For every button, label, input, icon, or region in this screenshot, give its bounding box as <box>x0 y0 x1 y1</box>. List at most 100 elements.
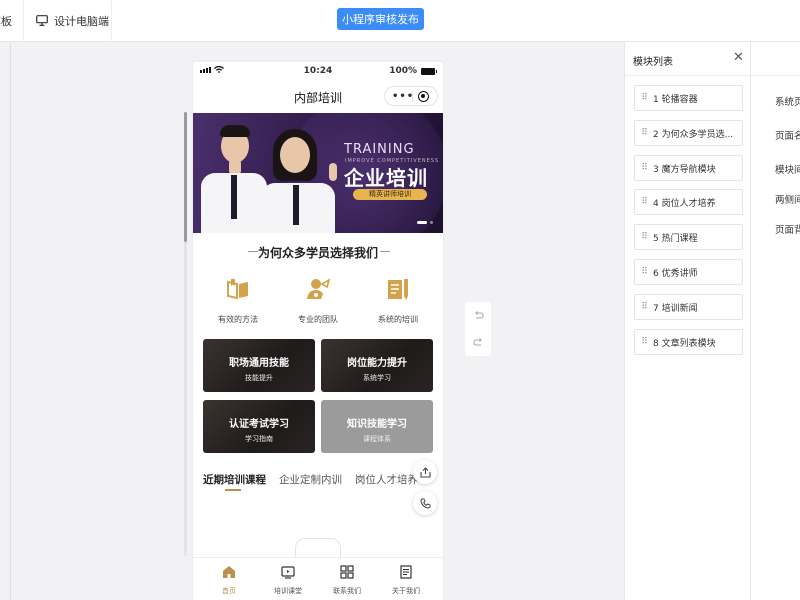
settings-label: 页面名 <box>775 131 800 142</box>
card-certification[interactable]: 认证考试学习 学习指南 <box>203 400 315 453</box>
top-bar: 模板 设计电脑端 小程序审核发布 <box>0 0 800 42</box>
design-pc-tab[interactable]: 设计电脑端 <box>24 0 112 41</box>
publish-button[interactable]: 小程序审核发布 <box>337 8 424 30</box>
tab-active-indicator <box>225 489 241 491</box>
banner-title-en: TRAINING <box>344 142 415 157</box>
bottom-tab-label: 首页 <box>222 587 236 595</box>
canvas-divider <box>10 42 11 600</box>
drag-handle-icon[interactable]: ⠿ <box>635 94 653 103</box>
bottom-tab-about[interactable]: 关于我们 <box>381 564 431 596</box>
page-settings-panel: 系统页 页面名 模块间 两侧间 页面背 <box>750 42 800 600</box>
card-subtitle: 技能提升 <box>245 374 273 382</box>
tab-recent-courses[interactable]: 近期培训课程 <box>203 472 266 487</box>
drag-handle-icon[interactable]: ⠿ <box>635 198 653 207</box>
video-icon <box>281 566 295 579</box>
card-subtitle: 系统学习 <box>363 374 391 382</box>
feature-training[interactable]: 系统的培训 <box>363 276 433 325</box>
section-line-right <box>380 251 390 252</box>
bottom-tab-label: 培训课堂 <box>274 587 302 595</box>
settings-label: 页面背 <box>775 225 800 236</box>
template-tab[interactable]: 模板 <box>0 0 24 41</box>
redo-icon <box>472 338 482 346</box>
tab-talent-development[interactable]: 岗位人才培养 <box>355 472 418 487</box>
card-subtitle: 课程体系 <box>363 435 391 443</box>
module-label: 8 文章列表模块 <box>653 338 716 349</box>
document-icon <box>388 279 408 300</box>
battery-icon <box>421 67 437 75</box>
module-item[interactable]: ⠿ 7 培训新闻 <box>634 294 743 320</box>
module-label: 6 优秀讲师 <box>653 268 698 279</box>
design-pc-label: 设计电脑端 <box>54 14 109 28</box>
battery-percent: 100% <box>389 66 417 76</box>
module-label: 7 培训新闻 <box>653 303 698 314</box>
drag-handle-icon[interactable]: ⠿ <box>635 233 653 242</box>
banner-carousel[interactable]: TRAINING IMPROVE COMPETITIVENESS 企业培训 精英… <box>193 113 443 233</box>
book-icon <box>227 279 248 300</box>
pagination-dot[interactable] <box>430 221 433 224</box>
module-item[interactable]: ⠿ 8 文章列表模块 <box>634 329 743 355</box>
battery-status: 100% <box>389 66 437 76</box>
banner-pill: 精英讲师培训 <box>353 189 427 200</box>
module-item[interactable]: ⠿ 5 热门课程 <box>634 224 743 250</box>
undo-icon <box>474 311 484 319</box>
nav-bar: 内部培训 ••• <box>193 80 443 112</box>
tab-custom-training[interactable]: 企业定制内训 <box>279 472 342 487</box>
feature-team[interactable]: 专业的团队 <box>283 276 353 325</box>
miniprogram-capsule[interactable]: ••• <box>384 86 438 106</box>
card-position-ability[interactable]: 岗位能力提升 系统学习 <box>321 339 433 392</box>
card-subtitle: 学习指南 <box>245 435 273 443</box>
module-item[interactable]: ⠿ 6 优秀讲师 <box>634 259 743 285</box>
panel-divider <box>625 75 751 76</box>
monitor-icon <box>36 15 48 26</box>
module-item[interactable]: ⠿ 2 为何众多学员选... <box>634 120 743 146</box>
drag-handle-icon[interactable]: ⠿ <box>635 164 653 173</box>
redo-button[interactable] <box>465 329 491 356</box>
card-title: 岗位能力提升 <box>347 358 407 369</box>
bottom-tab-label: 关于我们 <box>392 587 420 595</box>
banner-pagination[interactable] <box>417 221 433 224</box>
drag-handle-icon[interactable]: ⠿ <box>635 303 653 312</box>
module-label: 1 轮播容器 <box>653 94 698 105</box>
bottom-tab-classroom[interactable]: 培训课堂 <box>263 564 313 596</box>
card-workplace-skills[interactable]: 职场通用技能 技能提升 <box>203 339 315 392</box>
share-button[interactable] <box>413 460 437 484</box>
settings-divider <box>751 75 800 76</box>
bottom-tab-bar: 首页 培训课堂 联系我们 关于我们 <box>193 557 443 600</box>
module-item[interactable]: ⠿ 4 岗位人才培养 <box>634 189 743 215</box>
history-controls <box>465 302 491 356</box>
settings-label: 两侧间 <box>775 195 800 206</box>
feature-label: 有效的方法 <box>218 315 258 324</box>
feature-label: 专业的团队 <box>298 315 338 324</box>
module-label: 2 为何众多学员选... <box>653 129 734 140</box>
card-title: 职场通用技能 <box>229 358 289 369</box>
bottom-tab-home[interactable]: 首页 <box>204 564 254 596</box>
close-target-icon[interactable] <box>418 91 429 102</box>
more-dots-icon[interactable]: ••• <box>392 91 414 102</box>
feature-method[interactable]: 有效的方法 <box>203 276 273 325</box>
settings-label: 模块间 <box>775 165 800 176</box>
card-title: 知识技能学习 <box>347 419 407 430</box>
module-label: 5 热门课程 <box>653 233 698 244</box>
undo-button[interactable] <box>465 302 491 329</box>
module-item[interactable]: ⠿ 3 魔方导航模块 <box>634 155 743 181</box>
grid-icon <box>340 565 354 579</box>
call-button[interactable] <box>413 491 437 515</box>
team-icon <box>307 278 331 299</box>
phone-icon <box>419 498 430 509</box>
status-bar: 10:24 100% <box>193 62 443 80</box>
module-item[interactable]: ⠿ 1 轮播容器 <box>634 85 743 111</box>
bottom-tab-contact[interactable]: 联系我们 <box>322 564 372 596</box>
pagination-dot-active[interactable] <box>417 221 427 224</box>
drag-handle-icon[interactable]: ⠿ <box>635 338 653 347</box>
banner-woman-figure <box>255 123 345 233</box>
module-label: 4 岗位人才培养 <box>653 198 716 209</box>
canvas-scroll-thumb[interactable] <box>184 112 187 242</box>
share-icon <box>419 466 431 478</box>
close-icon[interactable]: ✕ <box>733 51 744 64</box>
drag-handle-icon[interactable]: ⠿ <box>635 268 653 277</box>
drag-handle-icon[interactable]: ⠿ <box>635 129 653 138</box>
settings-label: 系统页 <box>775 97 800 108</box>
article-icon <box>400 565 412 579</box>
card-title: 认证考试学习 <box>229 419 289 430</box>
card-knowledge-skills[interactable]: 知识技能学习 课程体系 <box>321 400 433 453</box>
